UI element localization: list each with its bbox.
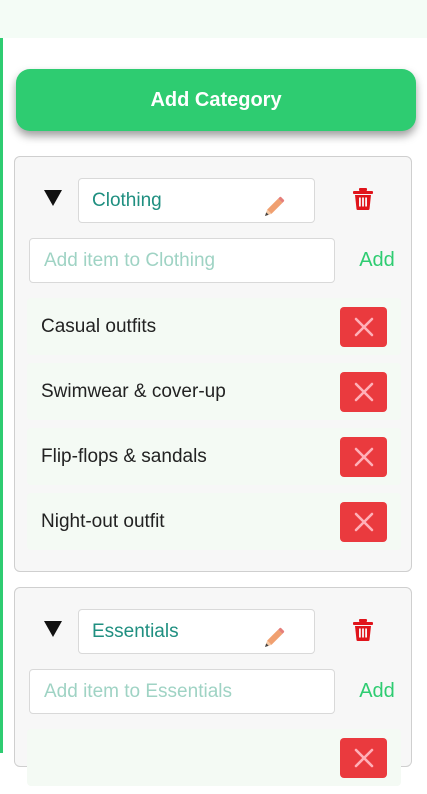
trash-icon[interactable] [353,619,373,641]
close-x-icon [354,447,373,467]
add-item-input[interactable] [29,238,335,283]
item-label: Night-out outfit [41,511,165,532]
pencil-icon[interactable] [263,196,285,218]
list-item: Night-out outfit [27,493,401,550]
category-name-field[interactable]: Essentials [78,609,315,654]
category-card-essentials: Essentials Add [14,587,412,786]
add-item-button[interactable]: Add [351,243,403,277]
remove-item-button[interactable] [340,437,387,477]
item-list [27,729,401,794]
close-x-icon [354,512,373,532]
list-item: Swimwear & cover-up [27,363,401,420]
triangle-down-icon [44,621,62,637]
list-item: Flip-flops & sandals [27,428,401,485]
add-category-button[interactable]: Add Category [16,69,416,131]
close-x-icon [354,382,373,402]
item-label: Casual outfits [41,316,157,337]
close-x-icon [354,317,373,337]
item-list: Casual outfits Swimwear & cover-up Flip-… [27,298,401,558]
remove-item-button[interactable] [340,738,387,778]
remove-item-button[interactable] [340,307,387,347]
list-item-partial [27,729,401,786]
remove-item-button[interactable] [340,372,387,412]
add-item-input[interactable] [29,669,335,714]
add-item-button[interactable]: Add [351,674,403,708]
collapse-toggle[interactable] [42,618,64,640]
top-band [0,0,427,38]
trash-icon[interactable] [353,188,373,210]
item-label: Swimwear & cover-up [41,381,226,402]
close-x-icon [354,748,373,768]
triangle-down-icon [44,190,62,206]
list-item: Casual outfits [27,298,401,355]
remove-item-button[interactable] [340,502,387,542]
left-accent-rule [0,38,3,753]
category-card-clothing: Clothing Add Casual outfits Swimwear & c… [14,156,412,572]
collapse-toggle[interactable] [42,187,64,209]
pencil-icon[interactable] [263,627,285,649]
category-name: Essentials [92,621,179,642]
category-name-field[interactable]: Clothing [78,178,315,223]
item-label: Flip-flops & sandals [41,446,207,467]
category-name: Clothing [92,190,162,211]
